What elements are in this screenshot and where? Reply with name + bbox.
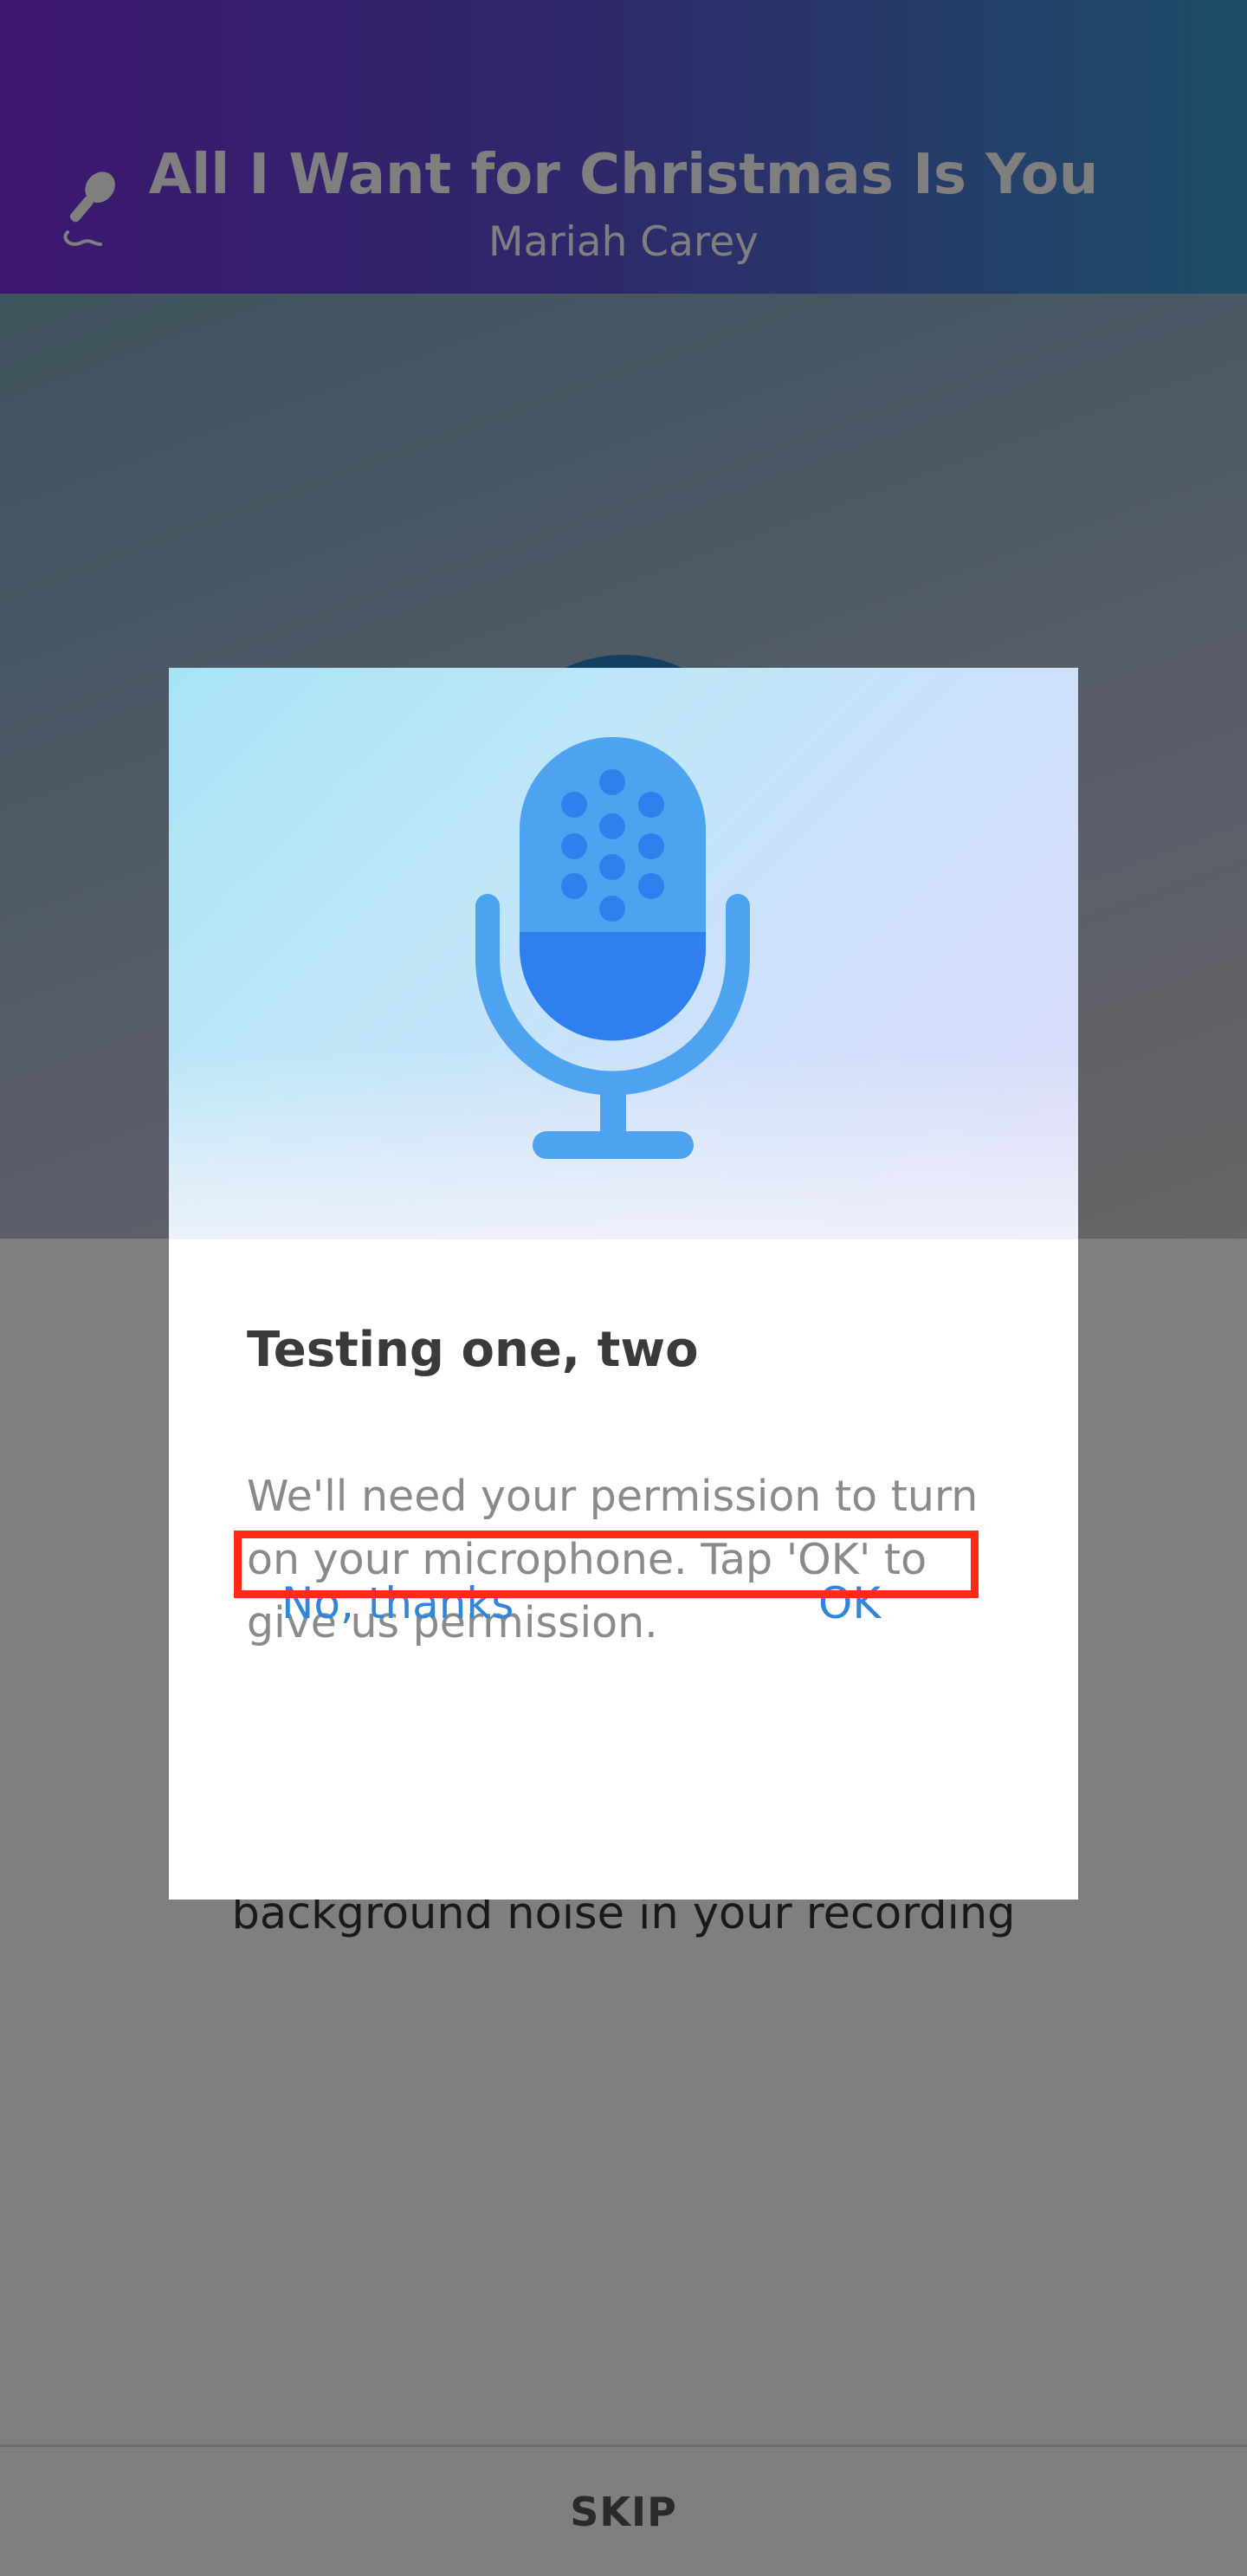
microphone-permission-dialog: Testing one, two We'll need your permiss… bbox=[169, 668, 1078, 1900]
highlight-box bbox=[234, 1531, 979, 1598]
dialog-hero-image bbox=[169, 668, 1078, 1239]
microphone-icon bbox=[472, 737, 775, 1170]
dialog-title: Testing one, two bbox=[247, 1322, 699, 1378]
